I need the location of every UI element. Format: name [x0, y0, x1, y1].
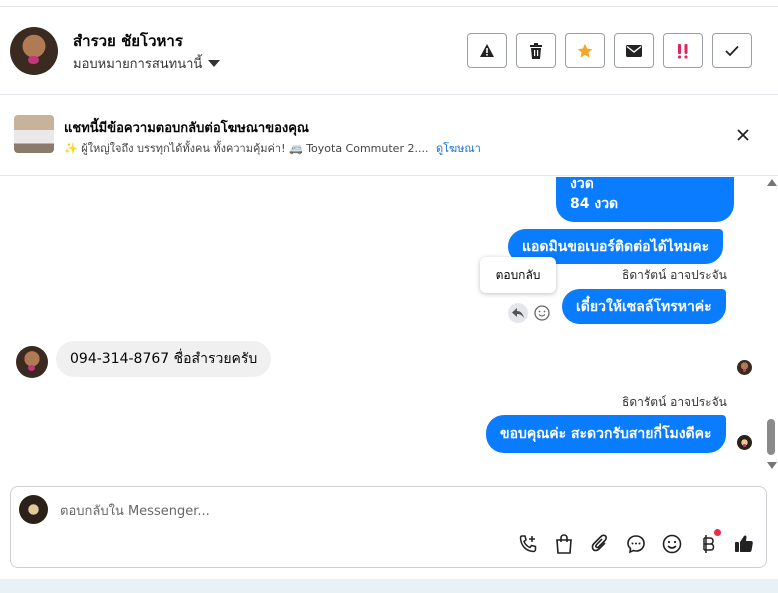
message-bubble-outgoing[interactable]: เดี๋ยวให้เซลล์โทรหาค่ะ — [562, 289, 726, 324]
baht-icon — [703, 535, 715, 553]
react-button[interactable] — [532, 303, 552, 323]
envelope-icon — [626, 44, 642, 57]
star-button[interactable] — [565, 33, 605, 68]
like-button[interactable] — [733, 533, 755, 555]
chat-bubble-icon — [627, 535, 645, 554]
messenger-inbox: สำรวย ชัยโวหาร มอบหมายการสนทนานี้ แชทนี้… — [0, 0, 778, 593]
ad-banner-title: แชทนี้มีข้อความตอบกลับต่อโฆษณาของคุณ — [64, 121, 309, 136]
page-avatar — [19, 495, 48, 524]
reply-icon — [512, 308, 524, 318]
ad-banner-description: ✨ ผู้ใหญ่ใจถึง บรรทุกได้ทั้งคน ทั้งความค… — [64, 139, 481, 157]
report-button[interactable] — [467, 33, 507, 68]
message-composer — [10, 486, 767, 568]
message-bubble-outgoing[interactable]: ขอบคุณค่ะ สะดวกรับสายกี่โมงดีคะ — [486, 415, 726, 453]
reply-tooltip: ตอบกลับ — [480, 257, 556, 293]
message-bubble-incoming[interactable]: 094-314-8767 ชื่อสำรวยครับ — [56, 341, 272, 377]
caret-down-icon — [208, 60, 221, 67]
composer-toolbar — [517, 529, 755, 555]
shopping-bag-button[interactable] — [553, 533, 575, 555]
shopping-bag-icon — [556, 534, 572, 554]
thumbs-up-icon — [735, 535, 753, 552]
seen-avatar — [737, 435, 752, 450]
check-icon — [725, 45, 739, 56]
sender-name: ธิดารัตน์ อาจประจัน — [622, 395, 727, 409]
smiley-icon — [534, 305, 550, 321]
tooltip-text: ตอบกลับ — [495, 267, 541, 282]
contact-avatar-small[interactable] — [16, 346, 48, 378]
conversation-actions — [467, 33, 752, 68]
smiley-icon — [662, 534, 682, 554]
attach-button[interactable] — [589, 533, 611, 555]
close-icon[interactable] — [733, 125, 753, 145]
message-list: งวด 84 งวด แอดมินขอเบอร์ติดต่อได้ไหมคะ ธ… — [0, 177, 778, 477]
emoji-button[interactable] — [661, 533, 683, 555]
scroll-down-arrow[interactable] — [767, 462, 777, 469]
read-receipt-avatar — [737, 360, 752, 375]
message-text: งวด — [570, 177, 594, 192]
star-icon — [577, 43, 593, 58]
mark-unread-button[interactable] — [614, 33, 654, 68]
saved-replies-button[interactable] — [625, 533, 647, 555]
chat-scrollbar[interactable] — [764, 177, 778, 477]
payment-button[interactable] — [697, 529, 721, 555]
assign-label: มอบหมายการสนทนานี้ — [73, 57, 203, 72]
message-text: เดี๋ยวให้เซลล์โทรหาค่ะ — [576, 298, 712, 315]
notification-dot — [714, 529, 721, 536]
ad-thumbnail — [14, 115, 54, 153]
reply-button[interactable] — [508, 303, 528, 323]
sender-name: ธิดารัตน์ อาจประจัน — [622, 268, 727, 282]
ad-reply-banner: แชทนี้มีข้อความตอบกลับต่อโฆษณาของคุณ ✨ ผ… — [0, 96, 778, 176]
message-text: ขอบคุณค่ะ สะดวกรับสายกี่โมงดีคะ — [500, 426, 712, 442]
scroll-up-arrow[interactable] — [767, 179, 777, 186]
scroll-thumb[interactable] — [767, 419, 775, 455]
delete-button[interactable] — [516, 33, 556, 68]
message-text: 094-314-8767 ชื่อสำรวยครับ — [70, 351, 258, 367]
page-footer-strip — [0, 579, 778, 593]
warning-icon — [480, 44, 494, 57]
phone-plus-icon — [519, 535, 537, 553]
assign-conversation-dropdown[interactable]: มอบหมายการสนทนานี้ — [73, 53, 221, 74]
contact-name[interactable]: สำรวย ชัยโวหาร — [73, 29, 183, 53]
message-text: แอดมินขอเบอร์ติดต่อได้ไหมคะ — [522, 238, 710, 255]
conversation-header: สำรวย ชัยโวหาร มอบหมายการสนทนานี้ — [0, 6, 778, 95]
call-button[interactable] — [517, 533, 539, 555]
reply-input[interactable] — [60, 500, 740, 522]
message-bubble-outgoing[interactable]: งวด 84 งวด — [556, 177, 734, 222]
mark-done-button[interactable] — [712, 33, 752, 68]
double-exclamation-icon — [678, 43, 688, 58]
ad-description-text: ✨ ผู้ใหญ่ใจถึง บรรทุกได้ทั้งคน ทั้งความค… — [64, 142, 429, 155]
view-ad-link[interactable]: ดูโฆษณา — [436, 142, 481, 155]
follow-up-button[interactable] — [663, 33, 703, 68]
message-text: 84 งวด — [570, 196, 619, 212]
trash-icon — [530, 42, 542, 59]
paperclip-icon — [591, 534, 607, 552]
contact-avatar[interactable] — [10, 27, 58, 75]
